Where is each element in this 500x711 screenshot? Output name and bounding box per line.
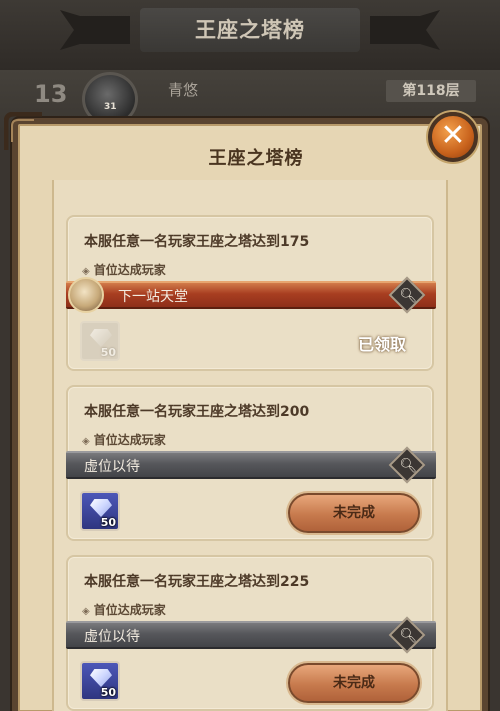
achievement-card: 本服任意一名玩家王座之塔达到200 ◈ 首位达成玩家 虚位以待 🔍︎ 50 未完成 <box>66 385 436 541</box>
player-name: 青悠 <box>168 81 199 99</box>
background-side-right <box>486 130 500 711</box>
card-title: 本服任意一名玩家王座之塔达到175 <box>84 234 310 250</box>
background-title: 王座之塔榜 <box>140 8 360 52</box>
incomplete-button[interactable]: 未完成 <box>288 663 420 703</box>
first-player-name: 虚位以待 <box>84 459 140 475</box>
diamond-reward-icon <box>90 329 112 347</box>
diamond-icon: ◈ <box>82 266 90 277</box>
view-player-button[interactable]: 🔍︎ <box>388 616 426 654</box>
first-player-bar: 虚位以待 🔍︎ <box>66 616 436 654</box>
player-avatar[interactable] <box>68 277 104 313</box>
achievement-card: 本服任意一名玩家王座之塔达到175 ◈ 首位达成玩家 下一站天堂 🔍︎ 50 已领… <box>66 215 436 371</box>
first-player-bar: 下一站天堂 🔍︎ <box>66 276 436 314</box>
diamond-icon: ◈ <box>82 606 90 617</box>
avatar-level: 31 <box>104 102 117 112</box>
card-subtitle: ◈ 首位达成玩家 <box>82 433 166 447</box>
diamond-reward-icon <box>90 669 112 687</box>
header-ornament-left <box>60 10 130 50</box>
close-icon: ✕ <box>440 118 466 153</box>
search-icon: 🔍︎ <box>399 288 418 304</box>
card-subtitle: ◈ 首位达成玩家 <box>82 263 166 277</box>
achievement-card: 本服任意一名玩家王座之塔达到225 ◈ 首位达成玩家 虚位以待 🔍︎ 50 未完成 <box>66 555 436 711</box>
dialog-title: 王座之塔榜 <box>208 148 304 169</box>
reward-quantity: 50 <box>100 686 116 699</box>
rank-number: 13 <box>34 80 68 108</box>
view-player-button[interactable]: 🔍︎ <box>388 276 426 314</box>
floor-badge: 第118层 <box>386 80 476 102</box>
card-title: 本服任意一名玩家王座之塔达到200 <box>84 404 310 420</box>
search-icon: 🔍︎ <box>399 458 418 474</box>
first-player-name: 下一站天堂 <box>118 289 188 305</box>
reward-item[interactable]: 50 <box>80 321 120 361</box>
reward-quantity: 50 <box>100 346 116 359</box>
reward-item[interactable]: 50 <box>80 491 120 531</box>
reward-quantity: 50 <box>100 516 116 529</box>
claimed-status: 已领取 <box>357 335 406 354</box>
search-icon: 🔍︎ <box>399 628 418 644</box>
view-player-button[interactable]: 🔍︎ <box>388 446 426 484</box>
reward-item[interactable]: 50 <box>80 661 120 701</box>
first-player-name: 虚位以待 <box>84 629 140 645</box>
card-title: 本服任意一名玩家王座之塔达到225 <box>84 574 310 590</box>
card-subtitle: ◈ 首位达成玩家 <box>82 603 166 617</box>
diamond-icon: ◈ <box>82 436 90 447</box>
first-player-bar: 虚位以待 🔍︎ <box>66 446 436 484</box>
incomplete-button[interactable]: 未完成 <box>288 493 420 533</box>
header-ornament-right <box>370 10 440 50</box>
close-button[interactable]: ✕ <box>428 112 478 162</box>
diamond-reward-icon <box>90 499 112 517</box>
